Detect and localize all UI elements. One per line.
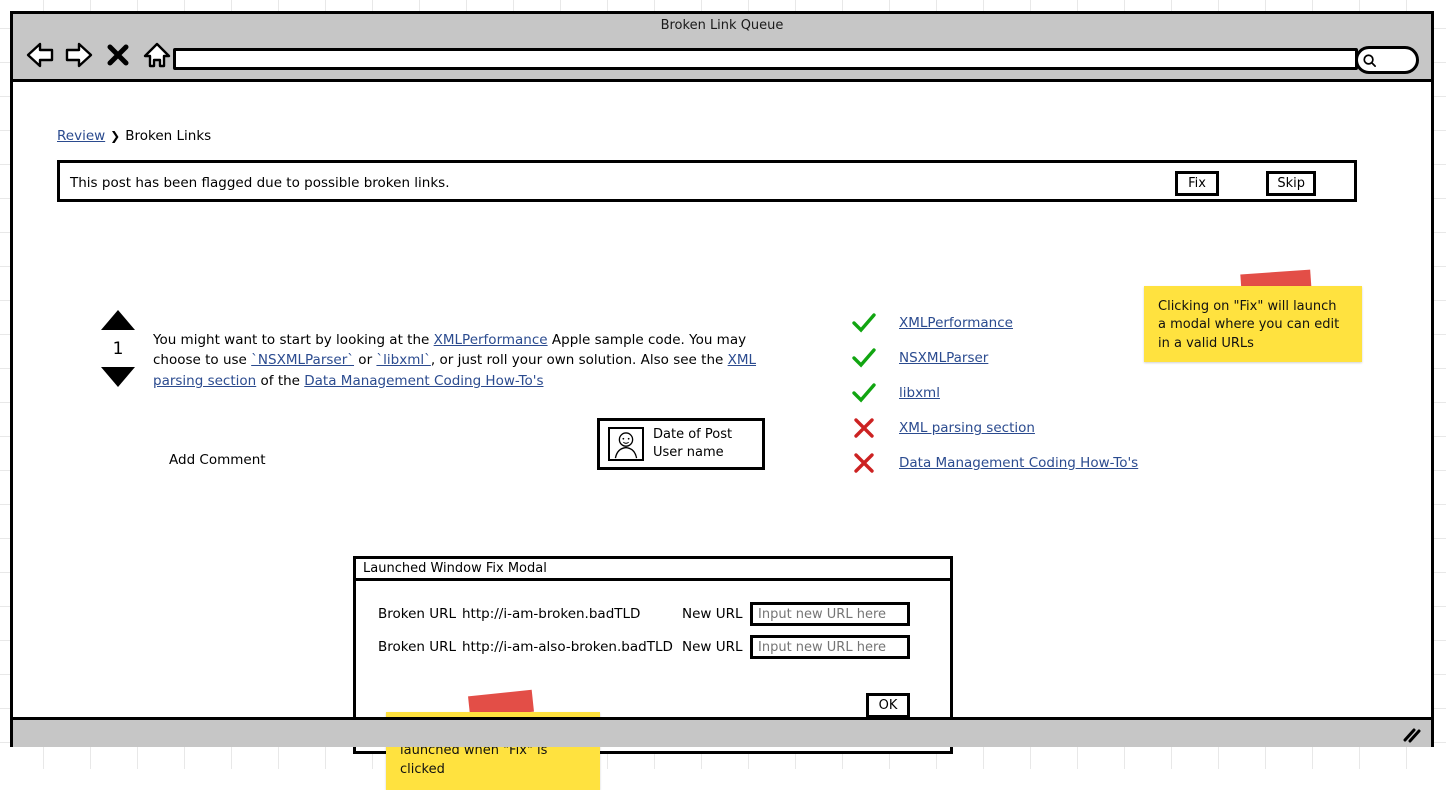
- new-url-label: New URL: [682, 606, 743, 622]
- modal-title: Launched Window Fix Modal: [356, 559, 950, 581]
- broken-url-row: Broken URL http://i-am-also-broken.badTLD…: [378, 632, 938, 662]
- x-icon: [854, 418, 874, 438]
- skip-button[interactable]: Skip: [1266, 171, 1316, 196]
- check-icon: [852, 313, 876, 333]
- browser-window: Broken Link Queue Review ❯ Broken Links …: [10, 11, 1434, 790]
- x-icon: [854, 453, 874, 473]
- user-avatar-icon: [608, 427, 644, 461]
- link-status-row: libxml: [851, 382, 1138, 404]
- new-url-label: New URL: [682, 639, 743, 655]
- search-icon: [1363, 53, 1376, 67]
- breadcrumb-link-review[interactable]: Review: [57, 128, 105, 144]
- fix-button[interactable]: Fix: [1175, 171, 1219, 196]
- modal-body: OK Broken URL http://i-am-broken.badTLD Ne…: [356, 581, 950, 726]
- ok-button[interactable]: OK: [866, 693, 910, 718]
- upvote-icon[interactable]: [101, 310, 135, 330]
- link-status-list: XMLPerformance NSXMLParser libxml XML parsi…: [851, 312, 1138, 474]
- post-text-run: You might want to start by looking at th…: [153, 332, 434, 348]
- vote-count: 1: [112, 339, 124, 359]
- link-status-row: NSXMLParser: [851, 347, 1138, 369]
- breadcrumb-current: Broken Links: [125, 128, 212, 144]
- user-name: User name: [653, 445, 724, 460]
- page-content: Review ❯ Broken Links This post has been…: [13, 82, 1431, 790]
- broken-url-value: http://i-am-also-broken.badTLD: [462, 639, 673, 655]
- post-inline-link[interactable]: Data Management Coding How-To's: [304, 373, 543, 389]
- window-title: Broken Link Queue: [660, 18, 784, 33]
- flag-banner: This post has been flagged due to possib…: [57, 160, 1357, 202]
- link-status-label[interactable]: libxml: [899, 385, 940, 401]
- post-text-run: or: [354, 352, 377, 369]
- downvote-icon[interactable]: [101, 367, 135, 387]
- broken-url-label: Broken URL: [378, 639, 457, 655]
- stop-icon[interactable]: [103, 40, 133, 70]
- user-card: Date of Post User name: [597, 418, 765, 470]
- link-status-row: XMLPerformance: [851, 312, 1138, 334]
- post-text: You might want to start by looking at th…: [153, 330, 773, 391]
- back-icon[interactable]: [25, 40, 55, 70]
- post-inline-link[interactable]: `NSXMLParser`: [251, 352, 354, 368]
- breadcrumb-separator-icon: ❯: [110, 129, 121, 143]
- check-icon: [852, 383, 876, 403]
- broken-url-value: http://i-am-broken.badTLD: [462, 606, 641, 622]
- navigation-icons: [25, 40, 172, 70]
- post-inline-link[interactable]: XMLPerformance: [434, 332, 548, 348]
- post-text-run: , or just roll your own solution. Also s…: [430, 352, 728, 369]
- sticky-note-fix: Clicking on "Fix" will launch a modal wh…: [1144, 286, 1362, 362]
- new-url-input[interactable]: [750, 635, 910, 659]
- post-inline-link[interactable]: `libxml`: [376, 352, 430, 368]
- new-url-input[interactable]: [750, 602, 910, 626]
- breadcrumb: Review ❯ Broken Links: [57, 128, 211, 144]
- link-status-row: Data Management Coding How-To's: [851, 452, 1138, 474]
- post-text-run: of the: [256, 372, 305, 389]
- link-status-label[interactable]: Data Management Coding How-To's: [899, 455, 1138, 471]
- search-input[interactable]: [1355, 46, 1419, 74]
- link-status-label[interactable]: NSXMLParser: [899, 350, 988, 366]
- url-input[interactable]: [173, 48, 1358, 70]
- vote-control: 1: [101, 310, 135, 387]
- forward-icon[interactable]: [64, 40, 94, 70]
- add-comment-link[interactable]: Add Comment: [169, 452, 266, 468]
- broken-url-row: Broken URL http://i-am-broken.badTLD New U…: [378, 599, 938, 629]
- link-status-row: XML parsing section: [851, 417, 1138, 439]
- flag-message: This post has been flagged due to possib…: [70, 175, 450, 191]
- home-icon[interactable]: [142, 40, 172, 70]
- broken-url-label: Broken URL: [378, 606, 457, 622]
- link-status-label[interactable]: XMLPerformance: [899, 315, 1013, 331]
- check-icon: [852, 348, 876, 368]
- post-date: Date of Post: [653, 427, 733, 443]
- window-status-bar: [13, 717, 1431, 747]
- browser-chrome: Broken Link Queue: [13, 14, 1431, 82]
- user-card-meta: Date of Post User name: [653, 426, 732, 461]
- resize-grip-icon[interactable]: [1401, 727, 1421, 743]
- link-status-label[interactable]: XML parsing section: [899, 420, 1035, 436]
